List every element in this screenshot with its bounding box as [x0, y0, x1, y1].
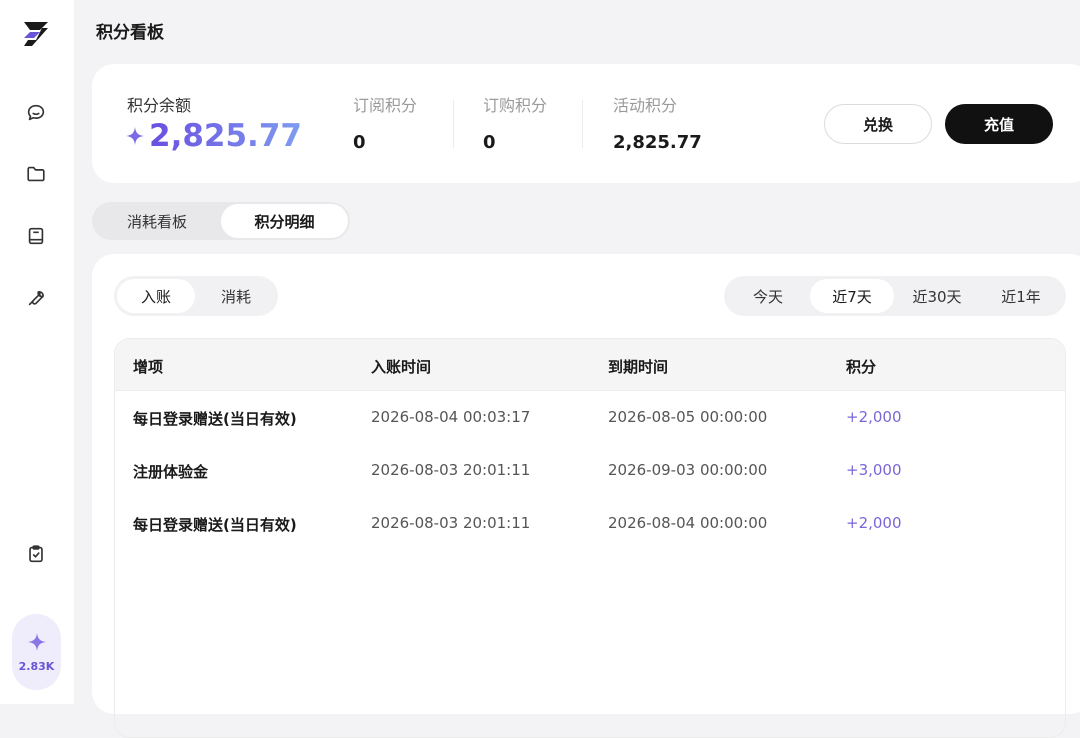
type-filter: 入账 消耗 — [114, 276, 278, 316]
range-today[interactable]: 今天 — [728, 279, 808, 313]
stat-label: 活动积分 — [613, 96, 678, 115]
cell-points: +2,000 — [846, 514, 902, 532]
header-credited-time: 入账时间 — [371, 358, 432, 376]
points-details-panel: 入账 消耗 今天 近7天 近30天 近1年 增项 入账时间 到期时间 积分 每日… — [92, 254, 1080, 738]
recharge-button[interactable]: 充值 — [945, 104, 1053, 144]
app-logo[interactable] — [20, 18, 52, 50]
sparkle-icon — [126, 127, 144, 145]
filter-consume[interactable]: 消耗 — [197, 279, 275, 313]
cell-item: 每日登录赠送(当日有效) — [133, 516, 297, 534]
page-title: 积分看板 — [96, 23, 164, 43]
credit-balance-badge[interactable]: 2.83K — [12, 614, 61, 690]
main-content: 积分看板 积分余额 2,825.77 订阅积分 0 订购积分 0 活动积分 2,… — [74, 0, 1080, 738]
view-tabs: 消耗看板 积分明细 — [92, 202, 350, 240]
exchange-button[interactable]: 兑换 — [824, 104, 932, 144]
balance-value: 2,825.77 — [149, 118, 302, 154]
balance-row: 2,825.77 — [125, 118, 302, 154]
stat-value: 0 — [353, 132, 366, 153]
points-table: 增项 入账时间 到期时间 积分 每日登录赠送(当日有效) 2026-08-04 … — [114, 338, 1066, 738]
points-summary-card: 积分余额 2,825.77 订阅积分 0 订购积分 0 活动积分 2,825.7… — [92, 64, 1080, 183]
stat-value: 2,825.77 — [613, 132, 702, 153]
table-row: 每日登录赠送(当日有效) 2026-08-03 20:01:11 2026-08… — [115, 497, 1065, 550]
wrench-icon[interactable] — [25, 287, 47, 309]
cell-credited-time: 2026-08-03 20:01:11 — [371, 514, 531, 532]
tab-consumption-board[interactable]: 消耗看板 — [95, 204, 219, 238]
stat-purchase: 订购积分 0 — [483, 92, 547, 153]
header-expire-time: 到期时间 — [608, 358, 669, 376]
cell-credited-time: 2026-08-04 00:03:17 — [371, 408, 531, 426]
table-header: 增项 入账时间 到期时间 积分 — [115, 339, 1065, 391]
stat-value: 0 — [483, 132, 496, 153]
divider — [582, 100, 583, 148]
sidebar: 2.83K — [0, 0, 74, 704]
book-icon[interactable] — [25, 225, 47, 247]
tab-points-details[interactable]: 积分明细 — [221, 204, 348, 238]
cell-item: 注册体验金 — [133, 463, 209, 481]
table-row: 注册体验金 2026-08-03 20:01:11 2026-09-03 00:… — [115, 444, 1065, 497]
cell-credited-time: 2026-08-03 20:01:11 — [371, 461, 531, 479]
stat-activity: 活动积分 2,825.77 — [613, 92, 702, 153]
cell-points: +3,000 — [846, 461, 902, 479]
filter-income[interactable]: 入账 — [117, 279, 195, 313]
sparkle-icon — [27, 632, 46, 651]
table-row: 每日登录赠送(当日有效) 2026-08-04 00:03:17 2026-08… — [115, 391, 1065, 444]
header-points: 积分 — [846, 358, 877, 376]
stat-label: 订阅积分 — [353, 96, 418, 115]
balance-label: 积分余额 — [127, 96, 192, 115]
cell-points: +2,000 — [846, 408, 902, 426]
credit-badge-amount: 2.83K — [18, 659, 55, 673]
stat-label: 订购积分 — [483, 96, 548, 115]
cell-expire-time: 2026-08-05 00:00:00 — [608, 408, 768, 426]
clipboard-check-icon[interactable] — [25, 543, 47, 565]
cell-expire-time: 2026-08-04 00:00:00 — [608, 514, 768, 532]
divider — [453, 100, 454, 148]
range-7-days[interactable]: 近7天 — [810, 279, 894, 313]
chat-icon[interactable] — [25, 102, 47, 124]
stat-subscription: 订阅积分 0 — [353, 92, 417, 153]
folder-icon[interactable] — [25, 163, 47, 185]
cell-item: 每日登录赠送(当日有效) — [133, 410, 297, 428]
range-1-year[interactable]: 近1年 — [980, 279, 1062, 313]
range-30-days[interactable]: 近30天 — [896, 279, 978, 313]
header-item: 增项 — [133, 358, 164, 376]
range-filter: 今天 近7天 近30天 近1年 — [724, 276, 1066, 316]
cell-expire-time: 2026-09-03 00:00:00 — [608, 461, 768, 479]
